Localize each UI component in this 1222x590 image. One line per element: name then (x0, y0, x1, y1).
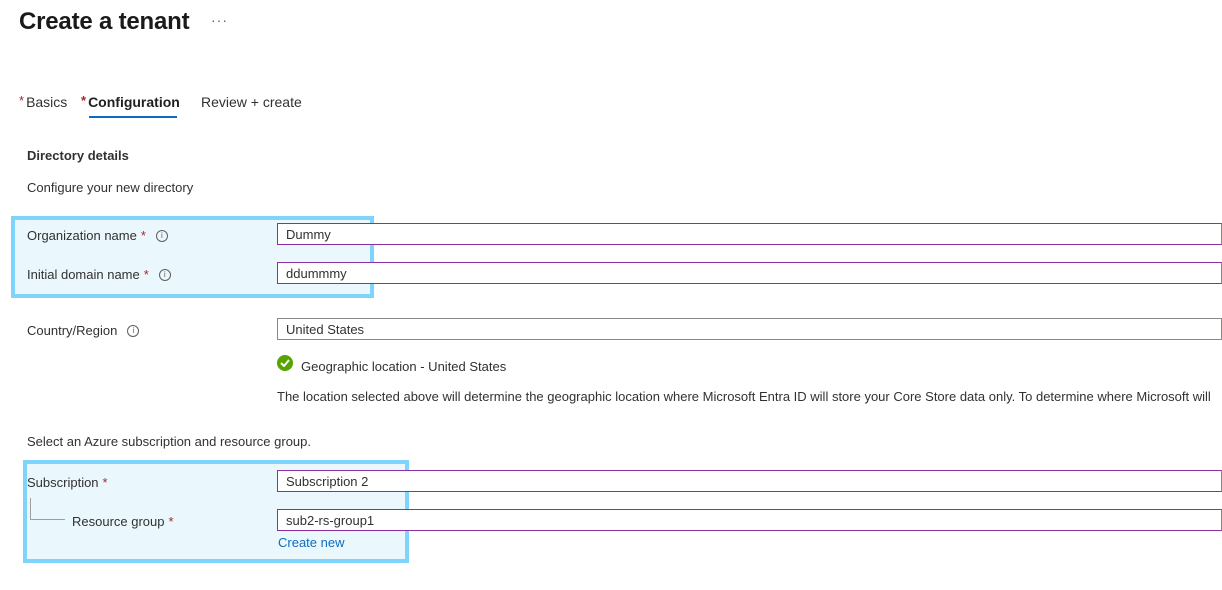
tab-label: Review + create (201, 94, 302, 110)
field-label: Initial domain name (27, 267, 140, 282)
select-value: sub2-rs-group1 (286, 513, 375, 528)
info-icon[interactable]: i (158, 268, 171, 281)
subscription-label: Subscription * (27, 475, 108, 490)
org-name-label: Organization name * i (27, 228, 168, 243)
section-description: Configure your new directory (27, 180, 194, 195)
resource-group-select[interactable]: sub2-rs-group1 (277, 509, 1222, 531)
required-marker: * (168, 514, 174, 529)
input-value: Dummy (286, 227, 331, 242)
info-icon[interactable]: i (127, 324, 140, 337)
create-new-link[interactable]: Create new (278, 535, 344, 550)
domain-name-label: Initial domain name * i (27, 267, 171, 282)
input-value: ddummmy (286, 266, 347, 281)
check-circle-icon (277, 355, 293, 371)
field-label: Resource group (72, 514, 165, 529)
field-label: Organization name (27, 228, 137, 243)
field-label: Subscription (27, 475, 99, 490)
select-value: United States (286, 322, 365, 337)
info-icon[interactable]: i (155, 229, 168, 242)
ellipsis-icon[interactable]: ··· (211, 12, 228, 28)
page-title: Create a tenant (19, 8, 190, 35)
required-marker: * (143, 267, 149, 282)
tab-label: Configuration (88, 94, 180, 110)
country-label: Country/Region i (27, 323, 140, 338)
org-name-input[interactable]: Dummy (277, 223, 1222, 245)
tab-review-create[interactable]: Review + create (201, 94, 302, 110)
geo-status-text: Geographic location - United States (301, 359, 507, 374)
required-marker: * (19, 93, 25, 108)
country-select[interactable]: United States (277, 318, 1222, 340)
section-title: Directory details (27, 148, 129, 163)
required-marker: * (81, 93, 87, 108)
select-value: Subscription 2 (286, 474, 369, 489)
tree-connector (30, 498, 65, 520)
field-label: Country/Region (27, 323, 118, 338)
active-tab-indicator (89, 116, 177, 118)
required-marker: * (140, 228, 146, 243)
subscription-description: Select an Azure subscription and resourc… (27, 434, 312, 449)
required-marker: * (102, 475, 108, 490)
tab-label: Basics (26, 94, 68, 110)
geo-note-text: The location selected above will determi… (277, 389, 1211, 404)
resource-group-label: Resource group * (72, 514, 174, 529)
tab-configuration[interactable]: * Configuration (81, 93, 180, 110)
subscription-select[interactable]: Subscription 2 (277, 470, 1222, 492)
domain-name-input[interactable]: ddummmy (277, 262, 1222, 284)
tab-basics[interactable]: * Basics (19, 93, 68, 110)
